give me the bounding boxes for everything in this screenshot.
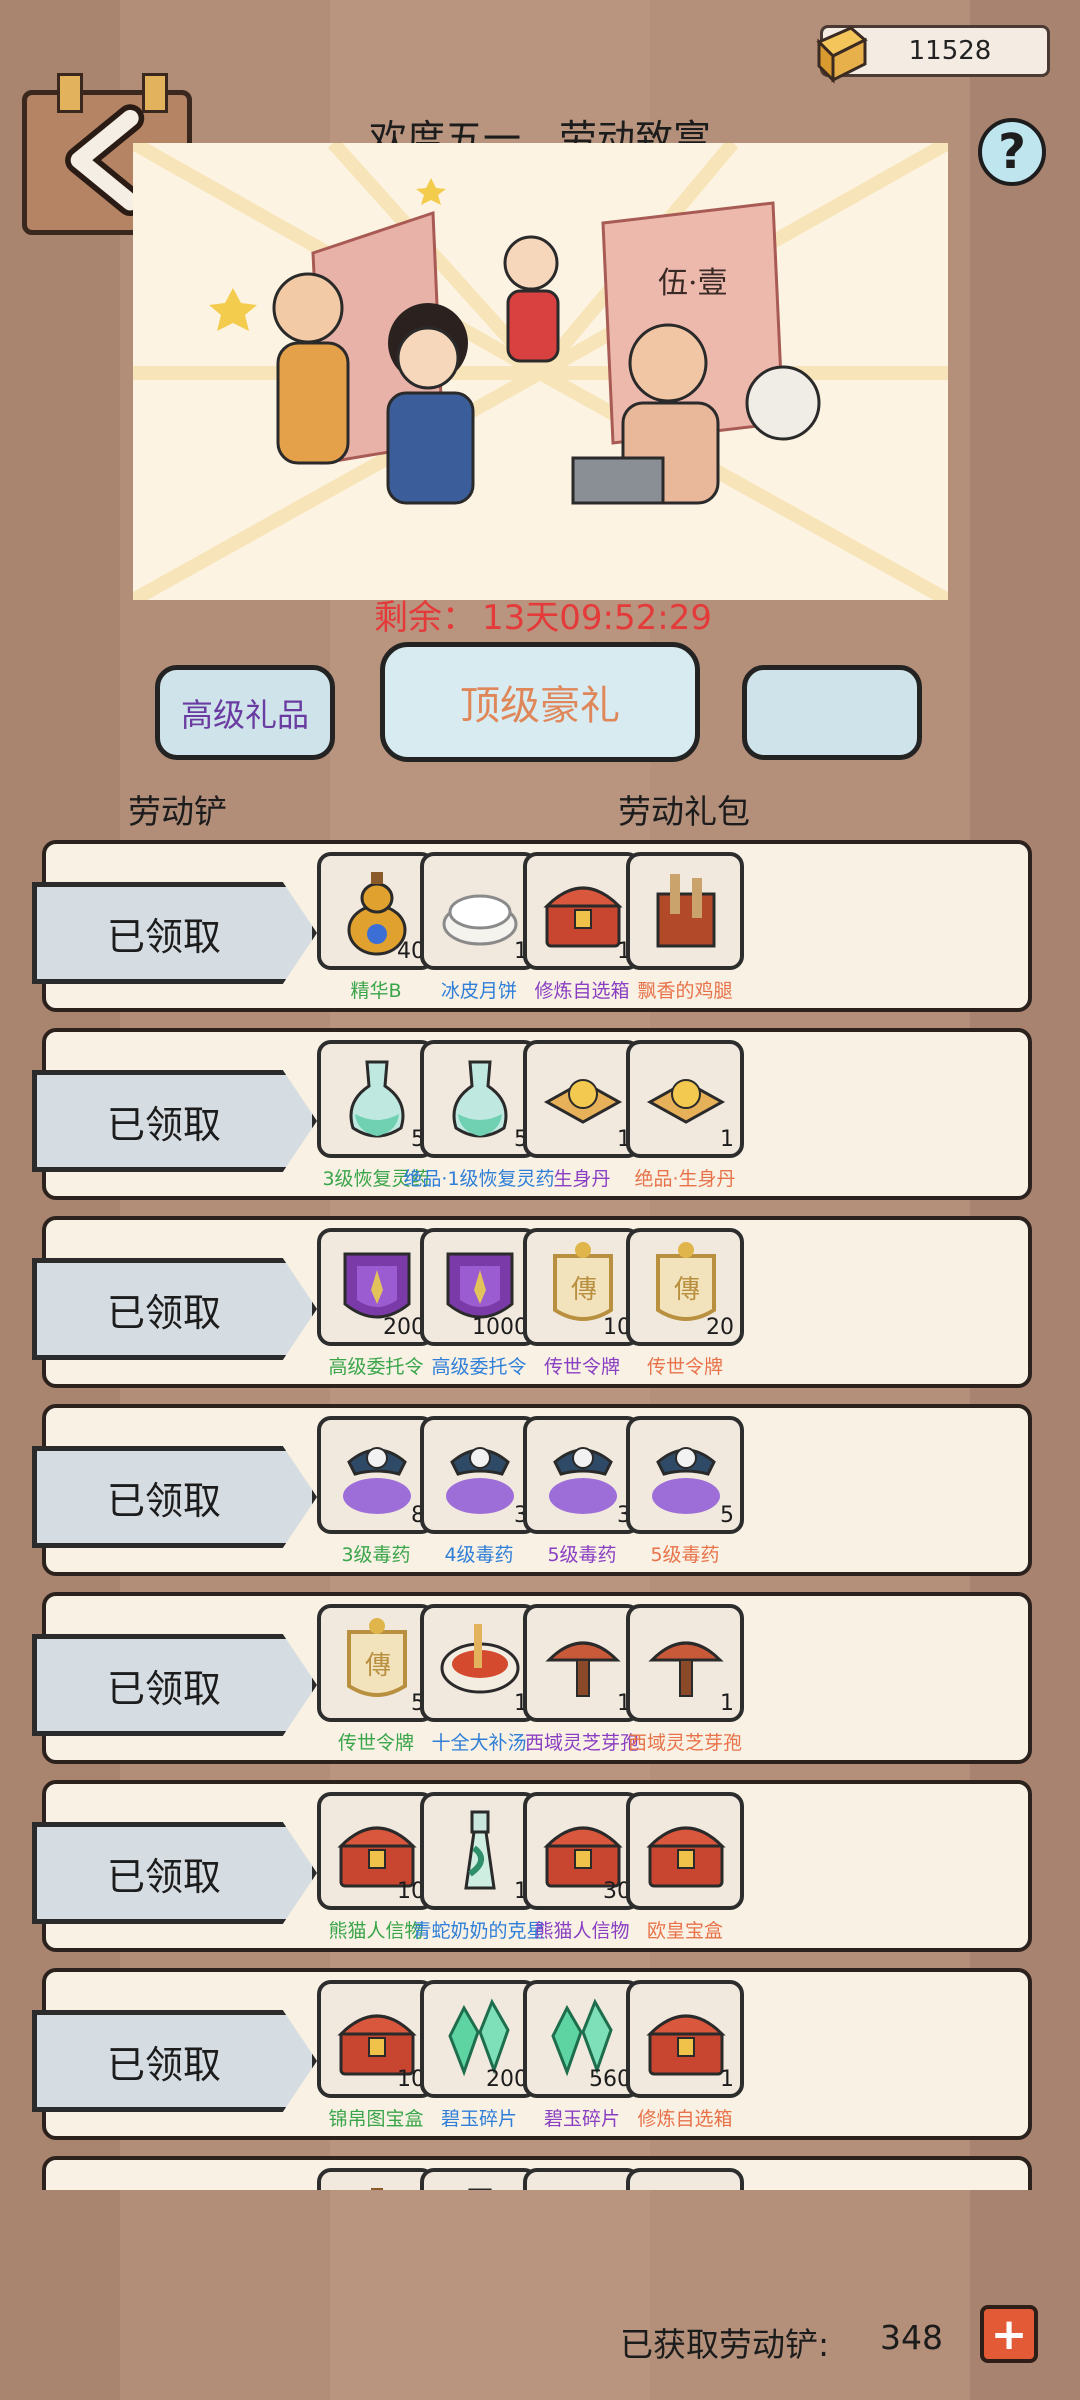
reward-item[interactable]: 飘香的鸡腿 xyxy=(624,852,746,1003)
reward-row: 已领取 200 高级委托令 1000 高级委托令傳 10 传世令牌傳 20 传世令牌 xyxy=(32,1216,1032,1388)
tab-top-gifts[interactable]: 顶级豪礼 xyxy=(380,642,700,762)
event-banner: 伍·壹 xyxy=(133,143,948,600)
reward-item[interactable] xyxy=(624,2168,746,2190)
svg-text:傳: 傳 xyxy=(365,1651,391,1681)
mushroom-icon xyxy=(545,1641,621,1697)
reward-item[interactable]: 傳 20 传世令牌 xyxy=(624,1228,746,1379)
svg-text:傳: 傳 xyxy=(674,1275,700,1305)
item-name: 欧皇宝盒 xyxy=(646,1920,723,1942)
drumstick-icon xyxy=(656,874,716,948)
poison-icon xyxy=(549,1447,617,1514)
claimed-button[interactable]: 已领取 xyxy=(32,882,317,984)
bottle-icon xyxy=(464,1810,496,1890)
add-shovels-button[interactable]: + xyxy=(980,2305,1038,2363)
mushroom-icon xyxy=(648,1641,724,1697)
column-header-shovel: 劳动铲 xyxy=(128,792,227,831)
item-slot: 5 xyxy=(626,1416,744,1534)
item-quantity: 20 xyxy=(706,1315,734,1340)
poison-icon xyxy=(343,1447,411,1514)
reward-item[interactable]: 5 5级毒药 xyxy=(624,1416,746,1567)
gold-bar-icon xyxy=(816,26,868,84)
claimed-button[interactable]: 已领取 xyxy=(32,2010,317,2112)
reward-row: 已领取 10 熊猫人信物 1 青蛇奶奶的克星 30 熊猫人信物 欧皇宝盒 xyxy=(32,1780,1032,1952)
reward-item[interactable]: 1 西域灵芝芽孢 xyxy=(624,1604,746,1755)
item-quantity: 1000 xyxy=(472,1315,528,1340)
column-header-gift-pack: 劳动礼包 xyxy=(618,792,750,831)
tab-next[interactable] xyxy=(742,665,922,760)
claimed-button[interactable]: 已领取 xyxy=(32,1822,317,1924)
envelope-icon xyxy=(537,2180,629,2190)
help-button[interactable]: ? xyxy=(978,118,1046,186)
item-quantity: 1 xyxy=(720,2067,734,2092)
reward-list[interactable]: 已领取 40 精华B 1 冰皮月饼 1 修炼自选箱 飘香的鸡腿 已领取 5 3级恢复灵药 5 绝品·1级… xyxy=(0,835,1080,2190)
pill-icon xyxy=(543,1079,623,1124)
mooncake-icon xyxy=(442,894,518,946)
chest-icon xyxy=(543,886,623,948)
claimed-button[interactable]: 已领取 xyxy=(32,1634,317,1736)
item-slot: 1 xyxy=(626,1604,744,1722)
poison-icon xyxy=(652,1447,720,1514)
pill-icon xyxy=(646,1079,726,1124)
item-slot xyxy=(626,1792,744,1910)
soup-icon xyxy=(440,1624,520,1694)
gold-counter: 11528 xyxy=(816,25,1050,84)
item-quantity: 1 xyxy=(720,1127,734,1152)
item-slot: 1 xyxy=(626,1040,744,1158)
plaque-icon: 傳 xyxy=(347,1618,407,1697)
reward-row: 已领取傳 5 传世令牌 1 十全大补汤 1 西域灵芝芽孢 1 西域灵芝芽孢 xyxy=(32,1592,1032,1764)
potion-icon xyxy=(452,1060,508,1138)
item-quantity: 1 xyxy=(720,1691,734,1716)
item-name: 修炼自选箱 xyxy=(637,2108,733,2130)
chest-icon xyxy=(646,1826,726,1888)
claimed-button[interactable]: 已领取 xyxy=(32,1070,317,1172)
reward-row: 已领取 40 精华B 1 冰皮月饼 1 修炼自选箱 飘香的鸡腿 xyxy=(32,840,1032,1012)
item-name: 传世令牌 xyxy=(646,1356,723,1378)
reward-row: 已领取 10 锦帛图宝盒 200 碧玉碎片 560 碧玉碎片 1 修炼自选箱 xyxy=(32,1968,1032,2140)
tab-premium-gifts[interactable]: 高级礼品 xyxy=(155,665,335,760)
item-quantity: 5 xyxy=(720,1503,734,1528)
item-name: 5级毒药 xyxy=(650,1544,720,1566)
reward-item[interactable]: 1 绝品·生身丹 xyxy=(624,1040,746,1191)
reward-item[interactable]: 1 修炼自选箱 xyxy=(624,1980,746,2131)
gold-amount: 11528 xyxy=(908,36,992,66)
claimed-button[interactable]: 已领取 xyxy=(32,1446,317,1548)
countdown-value: 13天09:52:29 xyxy=(482,598,712,638)
claimed-button[interactable]: 已领取 xyxy=(32,1258,317,1360)
item-name: 绝品·生身丹 xyxy=(634,1168,736,1190)
item-slot: 傳 20 xyxy=(626,1228,744,1346)
earned-shovels-value: 348 xyxy=(880,2318,943,2357)
plus-icon: + xyxy=(990,2308,1028,2360)
potion-icon xyxy=(468,2188,492,2190)
gourd-icon xyxy=(371,2188,383,2190)
earned-shovels-label: 已获取劳动铲: xyxy=(620,2325,830,2364)
reward-row: 已领取 5 3级恢复灵药 5 绝品·1级恢复灵药 1 生身丹 1 绝品·生身丹 xyxy=(32,1028,1032,1200)
item-slot xyxy=(626,852,744,970)
poison-icon xyxy=(446,1447,514,1514)
banner-sign-text: 伍·壹 xyxy=(658,266,728,301)
reward-item[interactable]: 欧皇宝盒 xyxy=(624,1792,746,1943)
potion-icon xyxy=(349,1060,405,1138)
item-name: 飘香的鸡腿 xyxy=(637,980,733,1002)
item-slot: 1 xyxy=(626,1980,744,2098)
countdown-label: 剩余： xyxy=(374,598,477,638)
reward-row: 已领取 8 3级毒药 3 4级毒药 3 5级毒药 5 5级毒药 xyxy=(32,1404,1032,1576)
svg-text:傳: 傳 xyxy=(571,1275,597,1305)
envelope-icon xyxy=(640,2180,732,2190)
laborers-illustration: 伍·壹 xyxy=(133,143,948,600)
item-name: 西域灵芝芽孢 xyxy=(627,1732,742,1754)
reward-row: 已领取 xyxy=(32,2156,1032,2190)
item-slot xyxy=(626,2168,744,2190)
countdown: 剩余： 13天09:52:29 xyxy=(0,590,1080,639)
chest-icon xyxy=(646,2014,726,2076)
question-mark-icon: ? xyxy=(998,124,1026,180)
